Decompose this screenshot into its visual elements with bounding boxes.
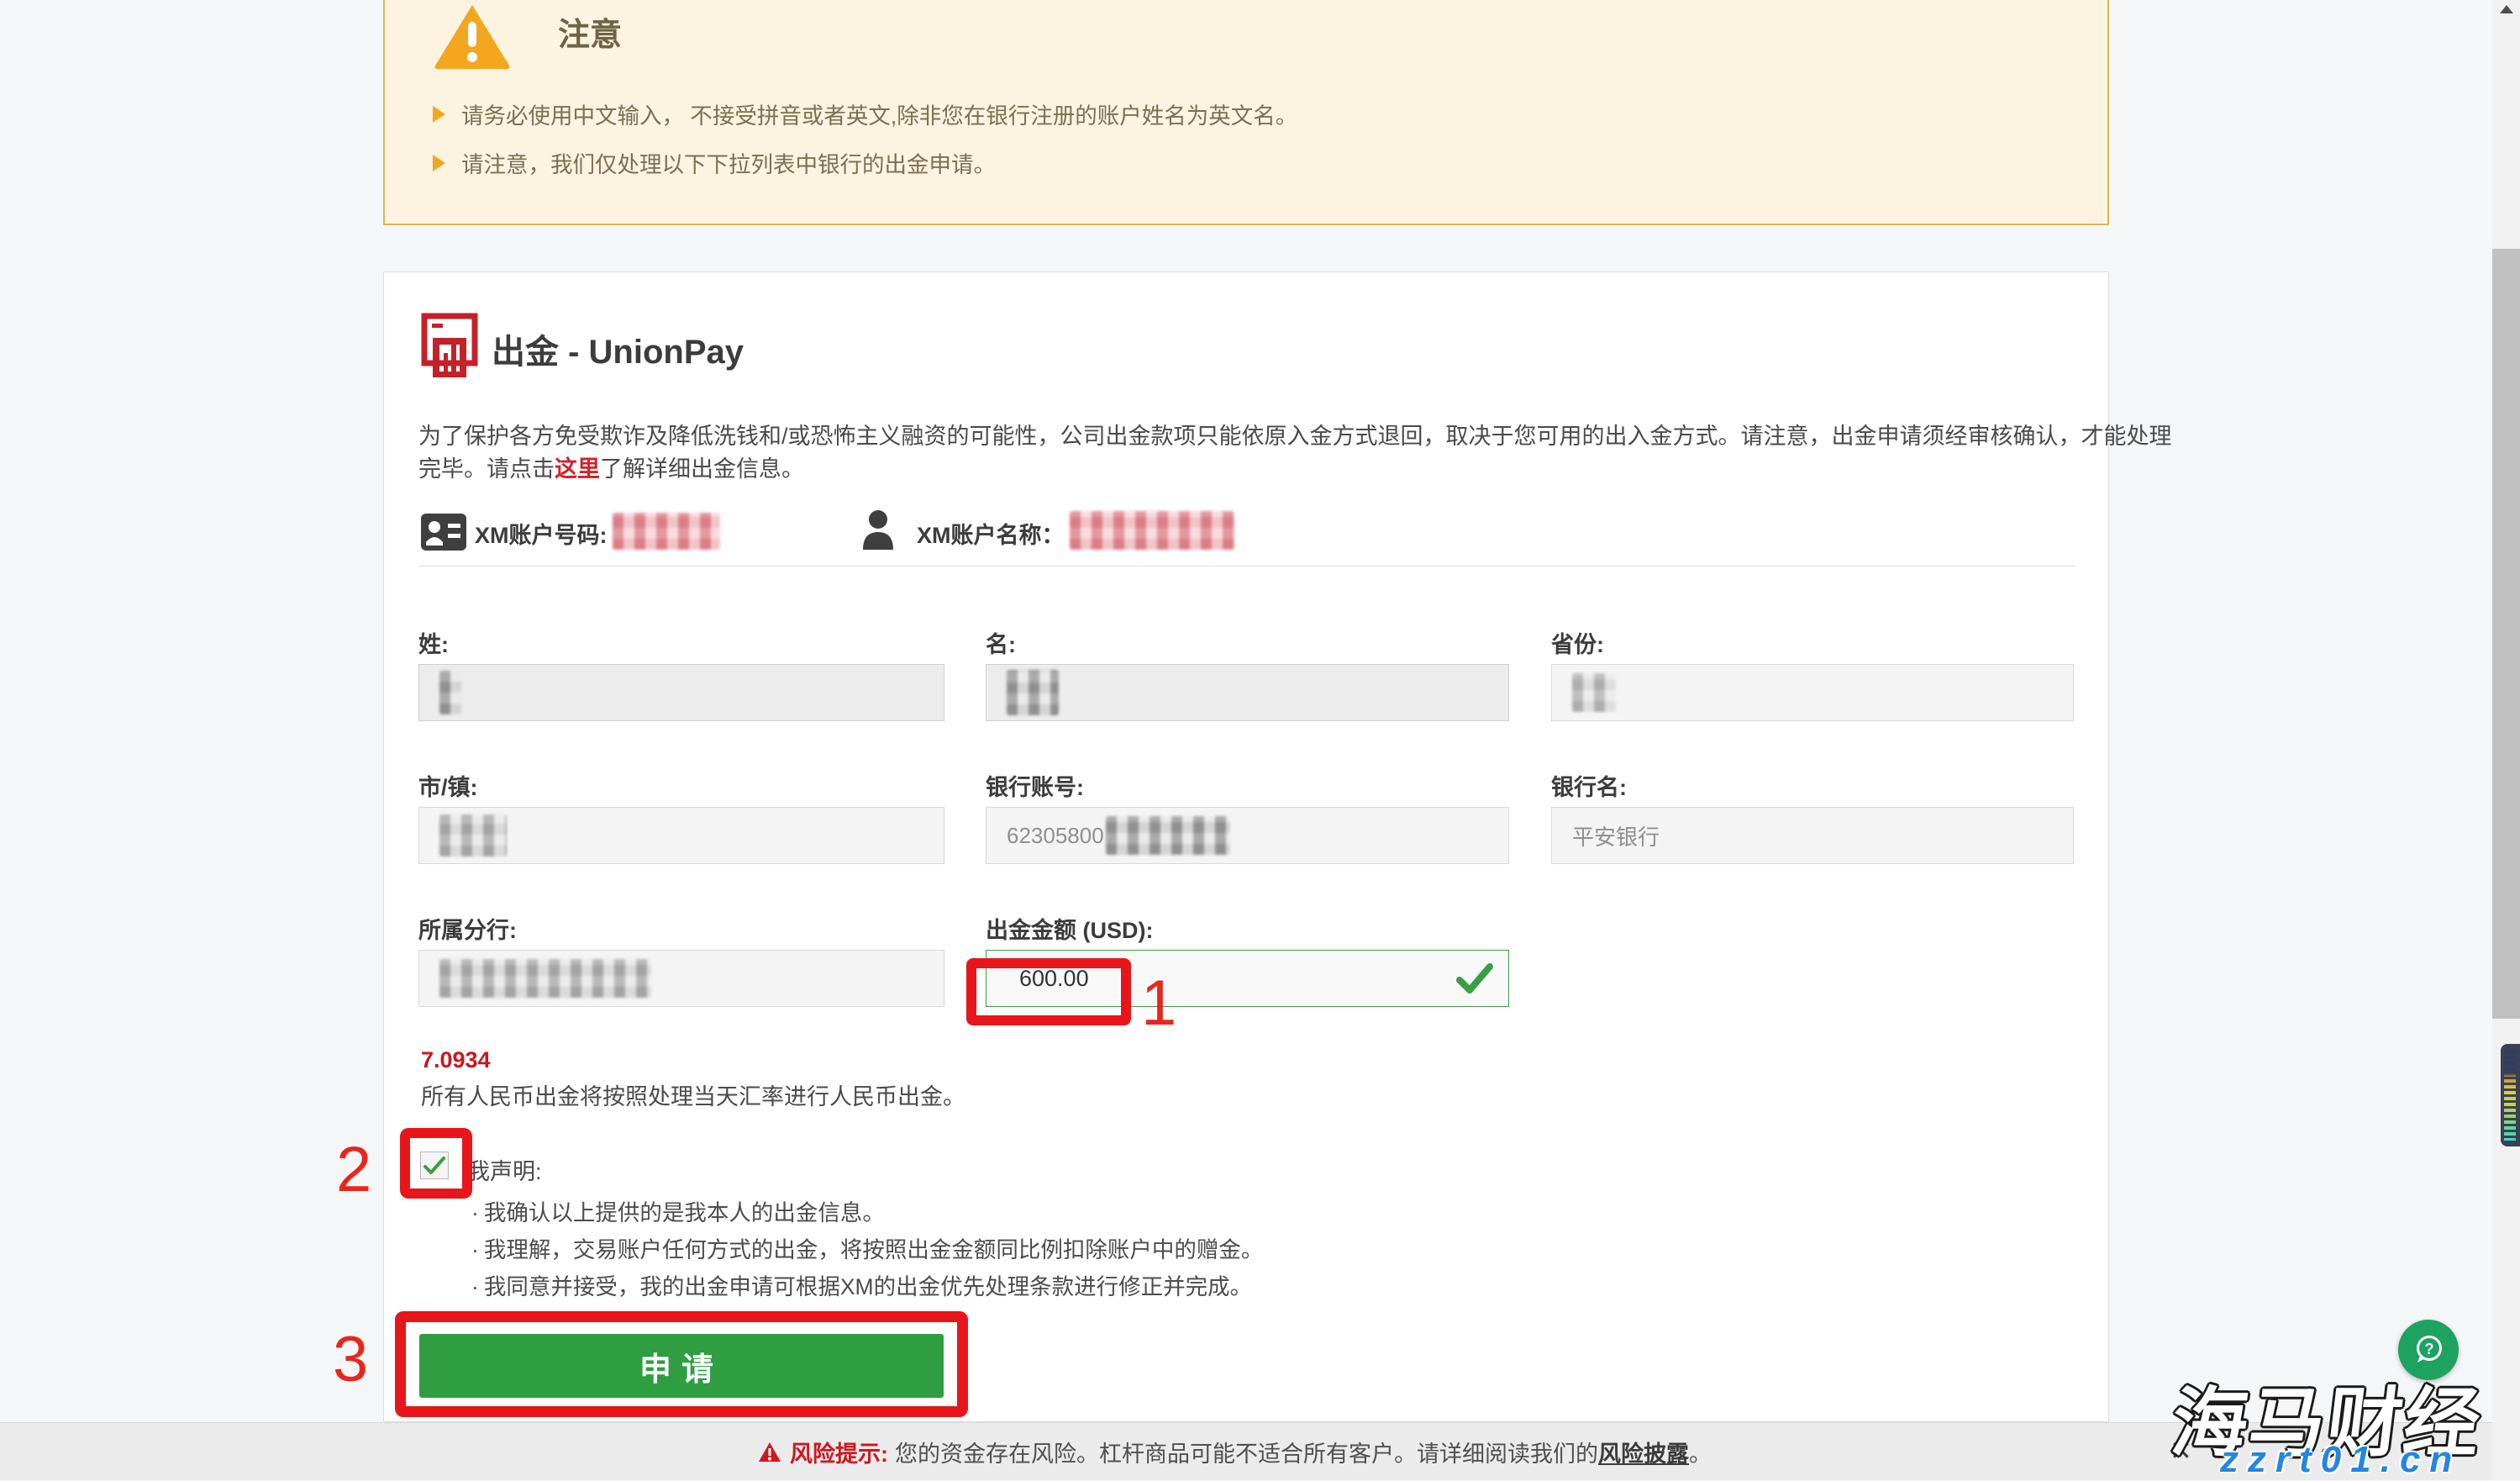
watermark-domain: zzrt01.cn: [2220, 1439, 2461, 1481]
amount-label: 出金金额 (USD):: [986, 912, 1153, 945]
risk-label: 风险提示:: [790, 1436, 888, 1468]
declaration-item: ·我理解，交易账户任何方式的出金，将按照出金金额同比例扣除账户中的赠金。: [471, 1231, 1263, 1264]
id-card-icon: [421, 514, 466, 551]
bullet-arrow-icon: [433, 106, 445, 123]
declaration-item: ·我确认以上提供的是我本人的出金信息。: [471, 1194, 885, 1227]
redacted-value: [1572, 673, 1616, 712]
risk-warning-icon: [758, 1441, 781, 1463]
exchange-rate: 7.0934: [421, 1047, 491, 1073]
description-line2: 完毕。请点击这里了解详细出金信息。: [418, 453, 804, 486]
first-name-label: 名:: [986, 626, 1016, 659]
bank-name-input[interactable]: 平安银行: [1551, 807, 2074, 864]
bank-atm-icon: [421, 313, 480, 382]
notice-title: 注意: [558, 8, 622, 55]
scrollbar-thumb[interactable]: [2492, 249, 2520, 1019]
notice-box: 注意 请务必使用中文输入， 不接受拼音或者英文,除非您在银行注册的账户姓名为英文…: [383, 0, 2109, 225]
color-stripes-icon: [2504, 1050, 2516, 1141]
province-label: 省份:: [1551, 626, 1604, 659]
account-number-redacted: [613, 513, 720, 550]
city-input[interactable]: [418, 807, 944, 864]
bank-name-value: 平安银行: [1572, 820, 1660, 851]
bank-name-label: 银行名:: [1551, 769, 1627, 802]
redacted-value: [439, 959, 651, 998]
extension-edge-widget[interactable]: [2501, 1044, 2520, 1146]
redacted-value: [1106, 816, 1230, 855]
declare-label: 我声明:: [467, 1153, 542, 1186]
notice-bullet-text: 请务必使用中文输入， 不接受拼音或者英文,除非您在银行注册的账户姓名为英文名。: [461, 103, 1297, 129]
notice-bullet-row: 请务必使用中文输入， 不接受拼音或者英文,除非您在银行注册的账户姓名为英文名。: [433, 103, 1297, 129]
risk-text: 您的资金存在风险。杠杆商品可能不适合所有客户。请详细阅读我们的风险披露。: [895, 1436, 1712, 1468]
declaration-item: ·我同意并接受，我的出金申请可根据XM的出金优先处理条款进行修正并完成。: [471, 1268, 1252, 1301]
annotation-number-3: 3: [333, 1328, 368, 1392]
annotation-number-2: 2: [336, 1138, 371, 1202]
province-input[interactable]: [1551, 664, 2074, 721]
annotation-box-step1: [966, 958, 1131, 1025]
bank-account-input[interactable]: 62305800: [986, 807, 1509, 864]
exchange-rate-note: 所有人民币出金将按照处理当天汇率进行人民币出金。: [421, 1078, 965, 1111]
page-title: 出金 - UnionPay: [492, 324, 744, 373]
withdrawal-form-card: 出金 - UnionPay 为了保护各方免受欺诈及降低洗钱和/或恐怖主义融资的可…: [383, 271, 2109, 1422]
annotation-box-step2: [400, 1128, 472, 1199]
description-line1: 为了保护各方免受欺诈及降低洗钱和/或恐怖主义融资的可能性，公司出金款项只能依原入…: [418, 420, 2172, 453]
risk-warning-content: 风险提示: 您的资金存在风险。杠杆商品可能不适合所有客户。请详细阅读我们的风险披…: [758, 1436, 1712, 1468]
valid-check-icon: [1456, 963, 1493, 995]
bank-account-visible-digits: 62305800: [1007, 823, 1104, 849]
first-name-input[interactable]: [986, 664, 1509, 721]
scrollbar-up-arrow[interactable]: [2500, 5, 2513, 13]
notice-bullet-row: 请注意，我们仅处理以下下拉列表中银行的出金申请。: [433, 151, 996, 178]
details-link[interactable]: 这里: [555, 456, 600, 482]
notice-bullet-text: 请注意，我们仅处理以下下拉列表中银行的出金申请。: [461, 151, 996, 178]
redacted-value: [439, 814, 507, 856]
last-name-input[interactable]: [418, 664, 944, 721]
help-button[interactable]: ?: [2398, 1320, 2459, 1380]
branch-input[interactable]: [418, 950, 944, 1007]
svg-text:?: ?: [2425, 1341, 2434, 1357]
bank-account-label: 银行账号:: [986, 769, 1084, 802]
warning-triangle-icon: [434, 3, 511, 69]
redacted-value: [439, 671, 461, 714]
redacted-value: [1007, 670, 1059, 715]
divider: [418, 566, 2075, 567]
person-icon: [860, 509, 896, 551]
risk-disclosure-link[interactable]: 风险披露: [1598, 1441, 1689, 1467]
annotation-number-1: 1: [1141, 972, 1176, 1036]
help-bubble-icon: ?: [2410, 1331, 2447, 1368]
last-name-label: 姓:: [418, 626, 449, 659]
bullet-arrow-icon: [433, 155, 445, 171]
branch-label: 所属分行:: [418, 912, 517, 945]
account-number-label: XM账户号码:: [475, 517, 608, 550]
risk-warning-bar: 风险提示: 您的资金存在风险。杠杆商品可能不适合所有客户。请详细阅读我们的风险披…: [0, 1422, 2520, 1480]
city-label: 市/镇:: [418, 769, 478, 802]
annotation-box-step3: [395, 1311, 968, 1417]
account-name-label: XM账户名称：: [917, 517, 1065, 550]
account-name-redacted: [1070, 511, 1234, 550]
